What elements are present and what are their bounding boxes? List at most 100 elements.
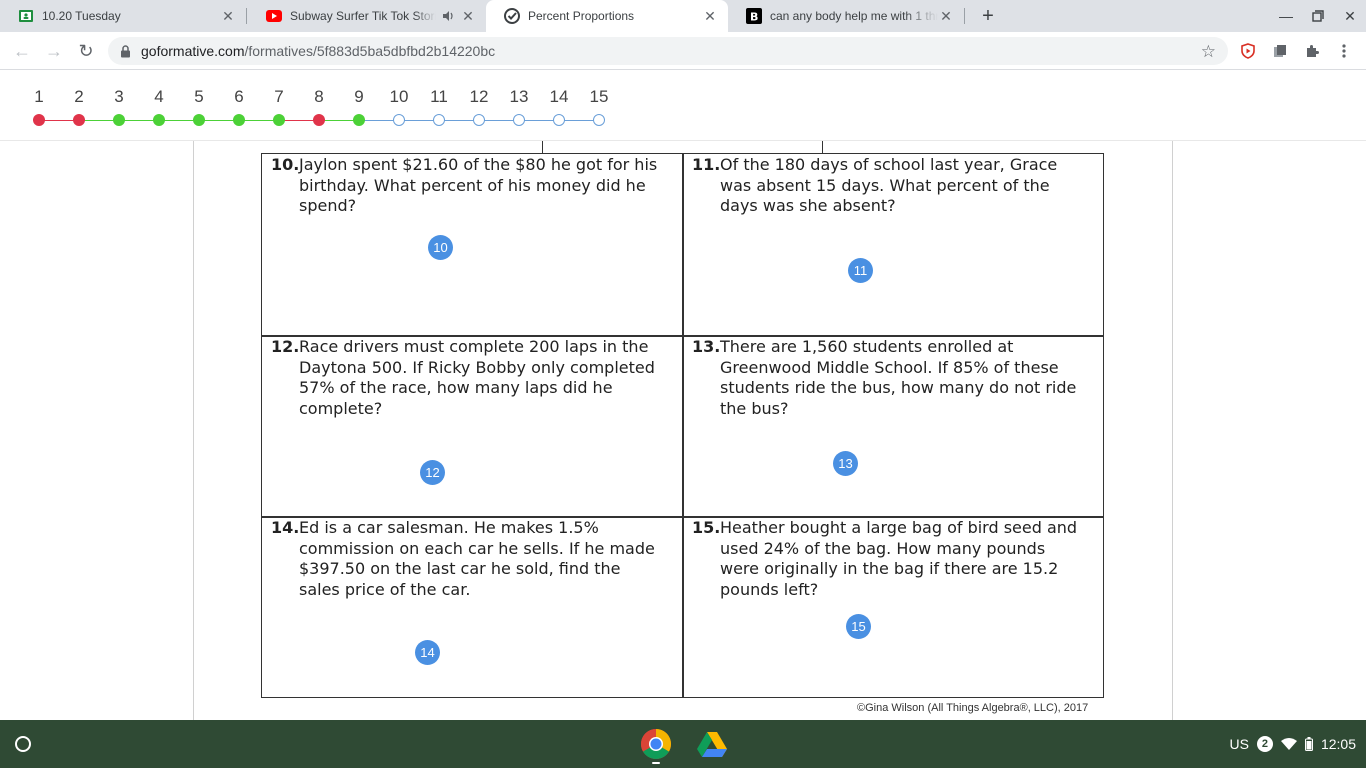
running-indicator [652, 762, 660, 764]
answer-pin-13[interactable]: 13 [833, 451, 858, 476]
close-window-button[interactable]: ✕ [1340, 6, 1360, 26]
arrow-right-icon: → [45, 40, 63, 61]
question-status-dot[interactable] [393, 114, 405, 126]
question-number-14[interactable]: 14 [544, 87, 574, 107]
answer-pin-10[interactable]: 10 [428, 235, 453, 260]
question-status-dot[interactable] [593, 114, 605, 126]
question-number-13[interactable]: 13 [504, 87, 534, 107]
problem-text: Ed is a car salesman. He makes 1.5% comm… [299, 518, 655, 599]
question-number-9[interactable]: 9 [344, 87, 374, 107]
question-status-dot[interactable] [153, 114, 165, 126]
answer-pin-12[interactable]: 12 [420, 460, 445, 485]
new-tab-button[interactable]: + [976, 4, 1000, 28]
question-number-12[interactable]: 12 [464, 87, 494, 107]
tab-title: can any body help me with 1 thr [770, 9, 938, 23]
url-host: goformative.com [141, 43, 245, 59]
tab-separator [964, 8, 965, 24]
puzzle-extensions-icon[interactable] [1302, 41, 1322, 61]
close-icon[interactable]: ✕ [460, 8, 476, 24]
problem-14: 14. Ed is a car salesman. He makes 1.5% … [271, 518, 663, 600]
question-number-15[interactable]: 15 [584, 87, 614, 107]
reload-button[interactable]: ↻ [74, 39, 98, 63]
youtube-icon [266, 8, 282, 24]
speaker-icon[interactable] [440, 8, 456, 24]
tab-separator [246, 8, 247, 24]
close-icon[interactable]: ✕ [220, 8, 236, 24]
google-drive-icon[interactable] [696, 728, 728, 760]
question-status-dot[interactable] [73, 114, 85, 126]
tab-brainly[interactable]: B can any body help me with 1 thr ✕ [728, 0, 964, 32]
close-icon[interactable]: ✕ [938, 8, 954, 24]
tab-percent-proportions[interactable]: Percent Proportions ✕ [486, 0, 728, 32]
question-number-2[interactable]: 2 [64, 87, 94, 107]
problem-11: 11. Of the 180 days of school last year,… [692, 155, 1084, 217]
brainly-icon: B [746, 8, 762, 24]
problem-text: Race drivers must complete 200 laps in t… [299, 337, 655, 418]
worksheet-viewer: 10. Jaylon spent $21.60 of the $80 he go… [0, 141, 1366, 720]
address-bar[interactable]: goformative.com/formatives/5f883d5ba5dbf… [108, 37, 1228, 65]
classroom-icon [18, 8, 34, 24]
bookmark-star-icon[interactable]: ☆ [1201, 42, 1216, 62]
browser-toolbar: ← → ↻ goformative.com/formatives/5f883d5… [0, 32, 1366, 70]
url-path: /formatives/5f883d5ba5dbfbd2b14220bc [244, 43, 496, 59]
question-status-dot[interactable] [553, 114, 565, 126]
question-status-dot[interactable] [353, 114, 365, 126]
problem-number: 10. [271, 155, 300, 174]
keyboard-locale: US [1229, 736, 1249, 752]
question-number-7[interactable]: 7 [264, 87, 294, 107]
chrome-icon[interactable] [640, 728, 672, 764]
forward-button[interactable]: → [42, 39, 66, 63]
tab-title: Percent Proportions [528, 9, 635, 23]
notification-badge: 2 [1256, 736, 1273, 752]
question-status-dot[interactable] [273, 114, 285, 126]
worksheet-column-divider [682, 154, 684, 697]
question-number-4[interactable]: 4 [144, 87, 174, 107]
question-status-dot[interactable] [433, 114, 445, 126]
tab-subway-surfer[interactable]: Subway Surfer Tik Tok Storie ✕ [248, 0, 486, 32]
copy-extension-icon[interactable] [1270, 41, 1290, 61]
question-status-dot[interactable] [233, 114, 245, 126]
problem-number: 15. [692, 518, 721, 537]
question-number-3[interactable]: 3 [104, 87, 134, 107]
answer-pin-11[interactable]: 11 [848, 258, 873, 283]
question-status-dot[interactable] [33, 114, 45, 126]
launcher-button[interactable] [11, 732, 35, 756]
answer-pin-14[interactable]: 14 [415, 640, 440, 665]
question-status-dot[interactable] [313, 114, 325, 126]
answer-pin-15[interactable]: 15 [846, 614, 871, 639]
shield-extension-icon[interactable] [1238, 41, 1258, 61]
minimize-button[interactable]: — [1276, 6, 1296, 26]
question-number-1[interactable]: 1 [24, 87, 54, 107]
problem-text: Of the 180 days of school last year, Gra… [720, 155, 1058, 215]
back-button[interactable]: ← [10, 39, 34, 63]
question-number-8[interactable]: 8 [304, 87, 334, 107]
wifi-icon [1280, 738, 1297, 750]
restore-button[interactable] [1308, 6, 1328, 26]
problem-number: 12. [271, 337, 300, 356]
reload-icon: ↻ [78, 40, 94, 61]
question-navigator: 1 2 3 4 5 6 7 8 9 10 11 12 13 14 15 [0, 71, 1366, 141]
question-status-dot[interactable] [513, 114, 525, 126]
clock: 12:05 [1320, 736, 1356, 752]
question-status-dot[interactable] [113, 114, 125, 126]
question-number-10[interactable]: 10 [384, 87, 414, 107]
question-status-dot[interactable] [473, 114, 485, 126]
url-text: goformative.com/formatives/5f883d5ba5dbf… [141, 43, 495, 59]
problem-15: 15. Heather bought a large bag of bird s… [692, 518, 1084, 600]
problem-10: 10. Jaylon spent $21.60 of the $80 he go… [271, 155, 663, 217]
tab-10-20-tuesday[interactable]: 10.20 Tuesday ✕ [0, 0, 246, 32]
question-number-11[interactable]: 11 [424, 87, 454, 107]
question-status-dot[interactable] [193, 114, 205, 126]
question-number-5[interactable]: 5 [184, 87, 214, 107]
question-number-6[interactable]: 6 [224, 87, 254, 107]
restore-icon [1312, 10, 1324, 22]
more-menu-icon[interactable] [1334, 41, 1354, 61]
close-icon[interactable]: ✕ [702, 8, 718, 24]
svg-text:B: B [750, 11, 758, 24]
page-right-border [1172, 141, 1173, 720]
os-shelf: US 2 12:05 [0, 720, 1366, 768]
status-tray[interactable]: US 2 12:05 [1222, 728, 1356, 760]
problem-12: 12. Race drivers must complete 200 laps … [271, 337, 663, 419]
page-left-border [193, 141, 194, 720]
problem-text: Jaylon spent $21.60 of the $80 he got fo… [299, 155, 658, 215]
